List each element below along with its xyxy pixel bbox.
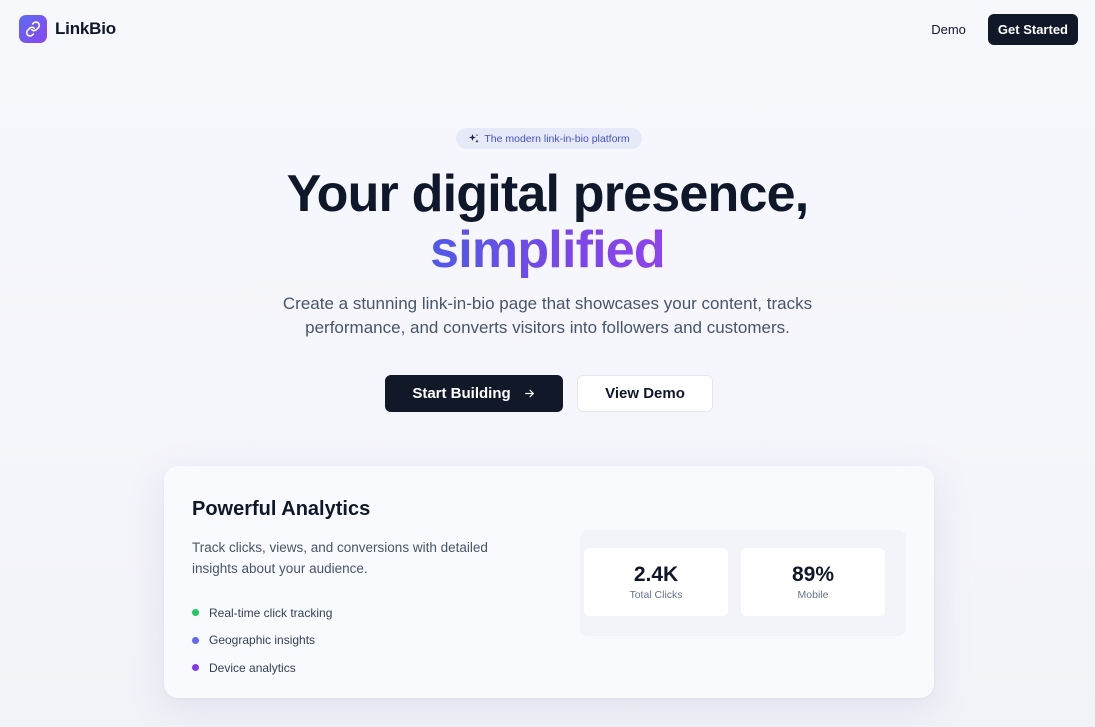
list-item: Geographic insights [192,627,332,655]
stat-label: Mobile [797,589,829,601]
feature-label: Real-time click tracking [209,605,333,620]
feature-label: Geographic insights [209,633,316,648]
hero-subtitle: Create a stunning link-in-bio page that … [282,294,813,337]
feature-label: Device analytics [209,660,296,675]
stat-total-clicks: 2.4K Total Clicks [584,548,728,616]
brand[interactable]: LinkBio [19,15,116,43]
stat-value: 2.4K [633,563,679,586]
hero-accent-text: simplified [430,221,666,279]
link-icon [19,15,47,43]
badge-text: The modern link-in-bio platform [484,132,630,145]
feature-dot-green [192,609,199,617]
get-started-button[interactable]: Get Started [987,13,1078,45]
analytics-description: Track clicks, views, and conversions wit… [192,540,488,576]
stat-mobile: 89% Mobile [741,548,885,616]
feature-list: Real-time click tracking Geographic insi… [192,599,332,682]
hero-title: Your digital presence, [286,165,810,223]
start-building-button[interactable]: Start Building [385,375,563,412]
analytics-card: Powerful Analytics Track clicks, views, … [164,466,934,698]
feature-dot-violet [192,664,199,672]
arrow-right-icon [523,387,536,400]
view-demo-button[interactable]: View Demo [577,375,713,412]
stat-value: 89% [791,563,835,586]
feature-dot-indigo [192,636,199,644]
hero-badge: The modern link-in-bio platform [456,128,642,149]
nav-demo-link[interactable]: Demo [931,22,966,37]
stat-label: Total Clicks [629,589,683,601]
start-building-label: Start Building [412,385,511,402]
list-item: Real-time click tracking [192,599,332,627]
nav-actions: Demo Get Started [931,13,1078,45]
list-item: Device analytics [192,654,332,682]
sparkles-icon [468,133,480,145]
analytics-title: Powerful Analytics [192,498,371,520]
brand-name: LinkBio [55,19,116,38]
stats-panel: 2.4K Total Clicks 89% Mobile [580,530,906,636]
hero-title-accent: simplified [0,222,1095,278]
top-nav: LinkBio Demo Get Started [0,0,1095,58]
